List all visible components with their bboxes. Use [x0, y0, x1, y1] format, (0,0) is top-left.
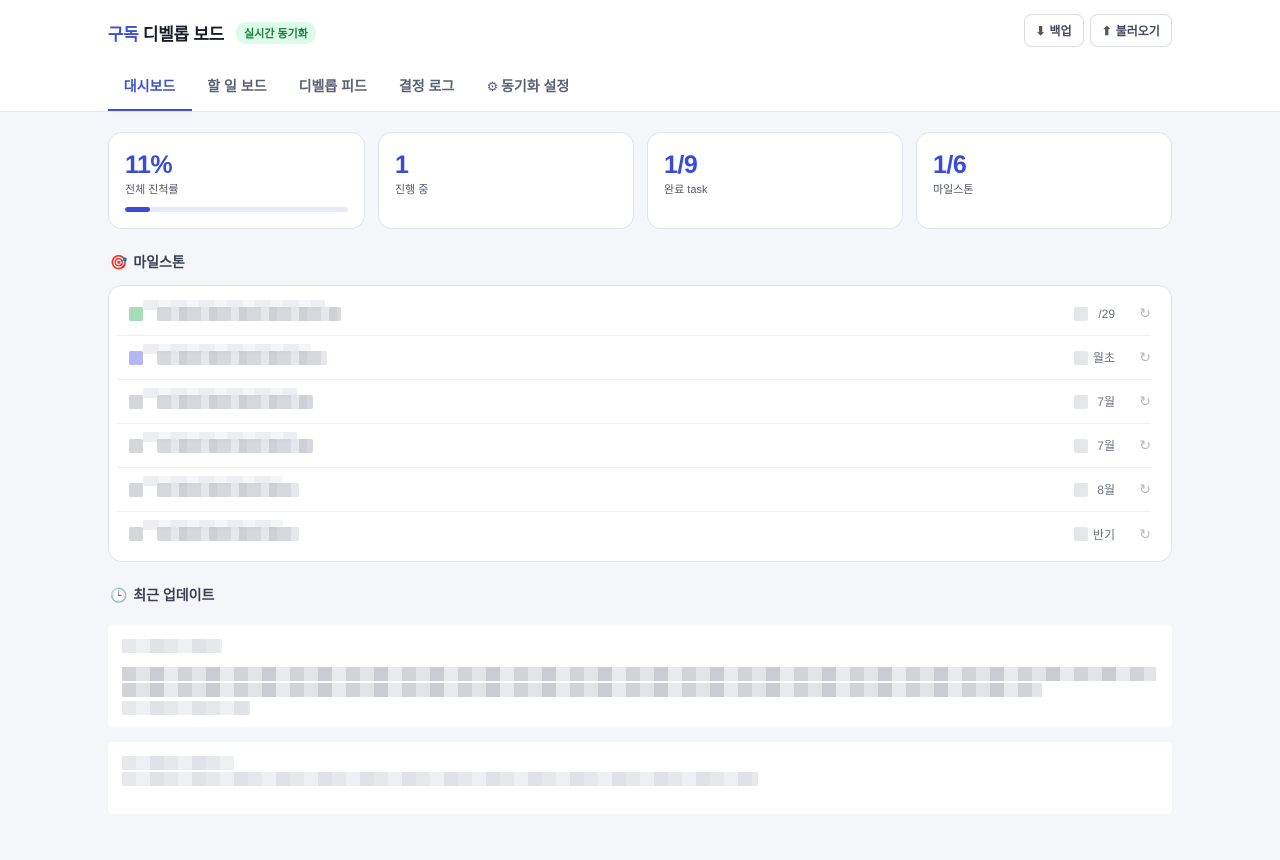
milestone-color-swatch	[129, 482, 143, 497]
milestone-date: 월초	[1092, 351, 1115, 365]
stat-card-progress: 11% 전체 진척률	[108, 132, 365, 229]
main-tabs: 대시보드 할 일 보드 디벨롭 피드 결정 로그 ⚙ 동기화 설정	[108, 62, 586, 112]
milestone-redacted	[1074, 394, 1088, 409]
progress-bar-fill	[125, 207, 150, 212]
refresh-icon[interactable]: ↻	[1139, 437, 1151, 454]
tab-sync-settings[interactable]: ⚙ 동기화 설정	[471, 62, 586, 111]
progress-bar	[125, 207, 348, 212]
milestone-row[interactable]: 7월 ↻	[117, 424, 1151, 468]
milestone-color-swatch	[129, 350, 143, 365]
target-icon: 🎯	[110, 253, 128, 270]
refresh-icon[interactable]: ↻	[1139, 393, 1151, 410]
refresh-icon[interactable]: ↻	[1139, 526, 1151, 543]
tab-todo-board[interactable]: 할 일 보드	[192, 62, 283, 111]
tab-label: 디벨롭 피드	[298, 78, 368, 94]
stat-value: 1	[395, 151, 409, 179]
milestone-row[interactable]: 반기 ↻	[117, 512, 1151, 556]
milestone-date: 8월	[1097, 483, 1115, 497]
update-card-redacted	[122, 683, 1042, 697]
stat-card-in-progress: 1 진행 중	[378, 132, 634, 229]
milestone-redacted	[157, 482, 299, 497]
app-title: 구독 디벨롭 보드	[108, 20, 225, 45]
tab-label: 대시보드	[124, 78, 176, 94]
update-card-redacted	[122, 701, 250, 715]
stat-value: 1/6	[933, 151, 967, 179]
update-card	[108, 742, 1172, 814]
updates-title: 최근 업데이트	[133, 587, 215, 603]
refresh-icon[interactable]: ↻	[1139, 481, 1151, 498]
milestone-redacted	[1074, 438, 1088, 453]
stats-row: 11% 전체 진척률 1 진행 중 1/9 완료 task 1/6 마일스톤	[108, 132, 1172, 229]
milestone-row[interactable]: /29 ↻	[117, 292, 1151, 336]
gear-icon: ⚙	[486, 79, 499, 94]
update-card-redacted	[122, 772, 758, 786]
milestone-date: 7월	[1097, 439, 1115, 453]
backup-button-label: 백업	[1049, 24, 1072, 38]
tab-label: 할 일 보드	[207, 78, 267, 94]
milestone-color-swatch	[129, 527, 143, 541]
update-card-redacted	[122, 667, 1156, 681]
header-actions: ⬇ 백업 ⬆ 불러오기	[1023, 14, 1172, 47]
milestone-color-swatch	[129, 438, 143, 453]
app-title-rest: 디벨롭 보드	[143, 25, 225, 44]
updates-heading: 🕒 최근 업데이트	[110, 585, 215, 605]
stat-card-completed-tasks: 1/9 완료 task	[647, 132, 903, 229]
milestone-row[interactable]: 8월 ↻	[117, 468, 1151, 512]
stat-card-milestones: 1/6 마일스톤	[916, 132, 1172, 229]
tab-label: 동기화 설정	[501, 78, 570, 94]
milestone-row[interactable]: 7월 ↻	[117, 380, 1151, 424]
milestone-redacted	[157, 306, 341, 321]
milestone-row[interactable]: 월초 ↻	[117, 336, 1151, 380]
upload-icon: ⬆	[1101, 23, 1112, 38]
update-card	[108, 625, 1172, 727]
stat-label: 완료 task	[664, 184, 708, 196]
stat-label: 진행 중	[395, 184, 429, 196]
update-card-redacted	[122, 756, 234, 770]
refresh-icon[interactable]: ↻	[1139, 305, 1151, 322]
update-card-redacted	[122, 639, 222, 653]
milestone-color-swatch	[129, 394, 143, 409]
milestone-redacted	[157, 350, 327, 365]
milestone-color-swatch	[129, 306, 143, 321]
milestone-redacted	[1074, 306, 1088, 321]
milestones-title: 마일스톤	[133, 254, 185, 270]
refresh-icon[interactable]: ↻	[1139, 349, 1151, 366]
milestone-redacted	[157, 438, 313, 453]
tab-decision-log[interactable]: 결정 로그	[383, 62, 470, 111]
milestone-date: 반기	[1092, 527, 1115, 542]
tab-develop-feed[interactable]: 디벨롭 피드	[283, 62, 383, 111]
app-title-accent: 구독	[108, 25, 139, 44]
milestones-list: /29 ↻ 월초 ↻ 7월 ↻ 7월 ↻ 8월 ↻ 반기 ↻	[108, 285, 1172, 562]
milestone-redacted	[1074, 482, 1088, 497]
live-sync-badge: 실시간 동기화	[236, 21, 317, 44]
import-button-label: 불러오기	[1115, 24, 1160, 38]
app-header: 구독 디벨롭 보드 실시간 동기화 ⬇ 백업 ⬆ 불러오기 대시보드 할 일 보…	[0, 0, 1280, 112]
stat-value: 1/9	[664, 151, 698, 179]
milestone-redacted	[157, 394, 313, 409]
milestone-date: /29	[1098, 306, 1115, 321]
tab-label: 결정 로그	[399, 78, 455, 94]
milestone-redacted	[1074, 350, 1088, 365]
stat-label: 마일스톤	[933, 184, 974, 196]
tab-dashboard[interactable]: 대시보드	[108, 62, 192, 111]
stat-value: 11%	[125, 151, 173, 179]
milestones-heading: 🎯 마일스톤	[110, 252, 185, 272]
backup-button[interactable]: ⬇ 백업	[1023, 14, 1084, 47]
import-button[interactable]: ⬆ 불러오기	[1089, 14, 1172, 47]
download-icon: ⬇	[1035, 23, 1046, 38]
stat-label: 전체 진척률	[125, 184, 179, 196]
milestone-redacted	[1074, 527, 1088, 541]
brand: 구독 디벨롭 보드 실시간 동기화	[108, 20, 317, 45]
clock-icon: 🕒	[110, 586, 128, 603]
milestone-redacted	[157, 527, 299, 541]
milestone-date: 7월	[1097, 395, 1115, 409]
